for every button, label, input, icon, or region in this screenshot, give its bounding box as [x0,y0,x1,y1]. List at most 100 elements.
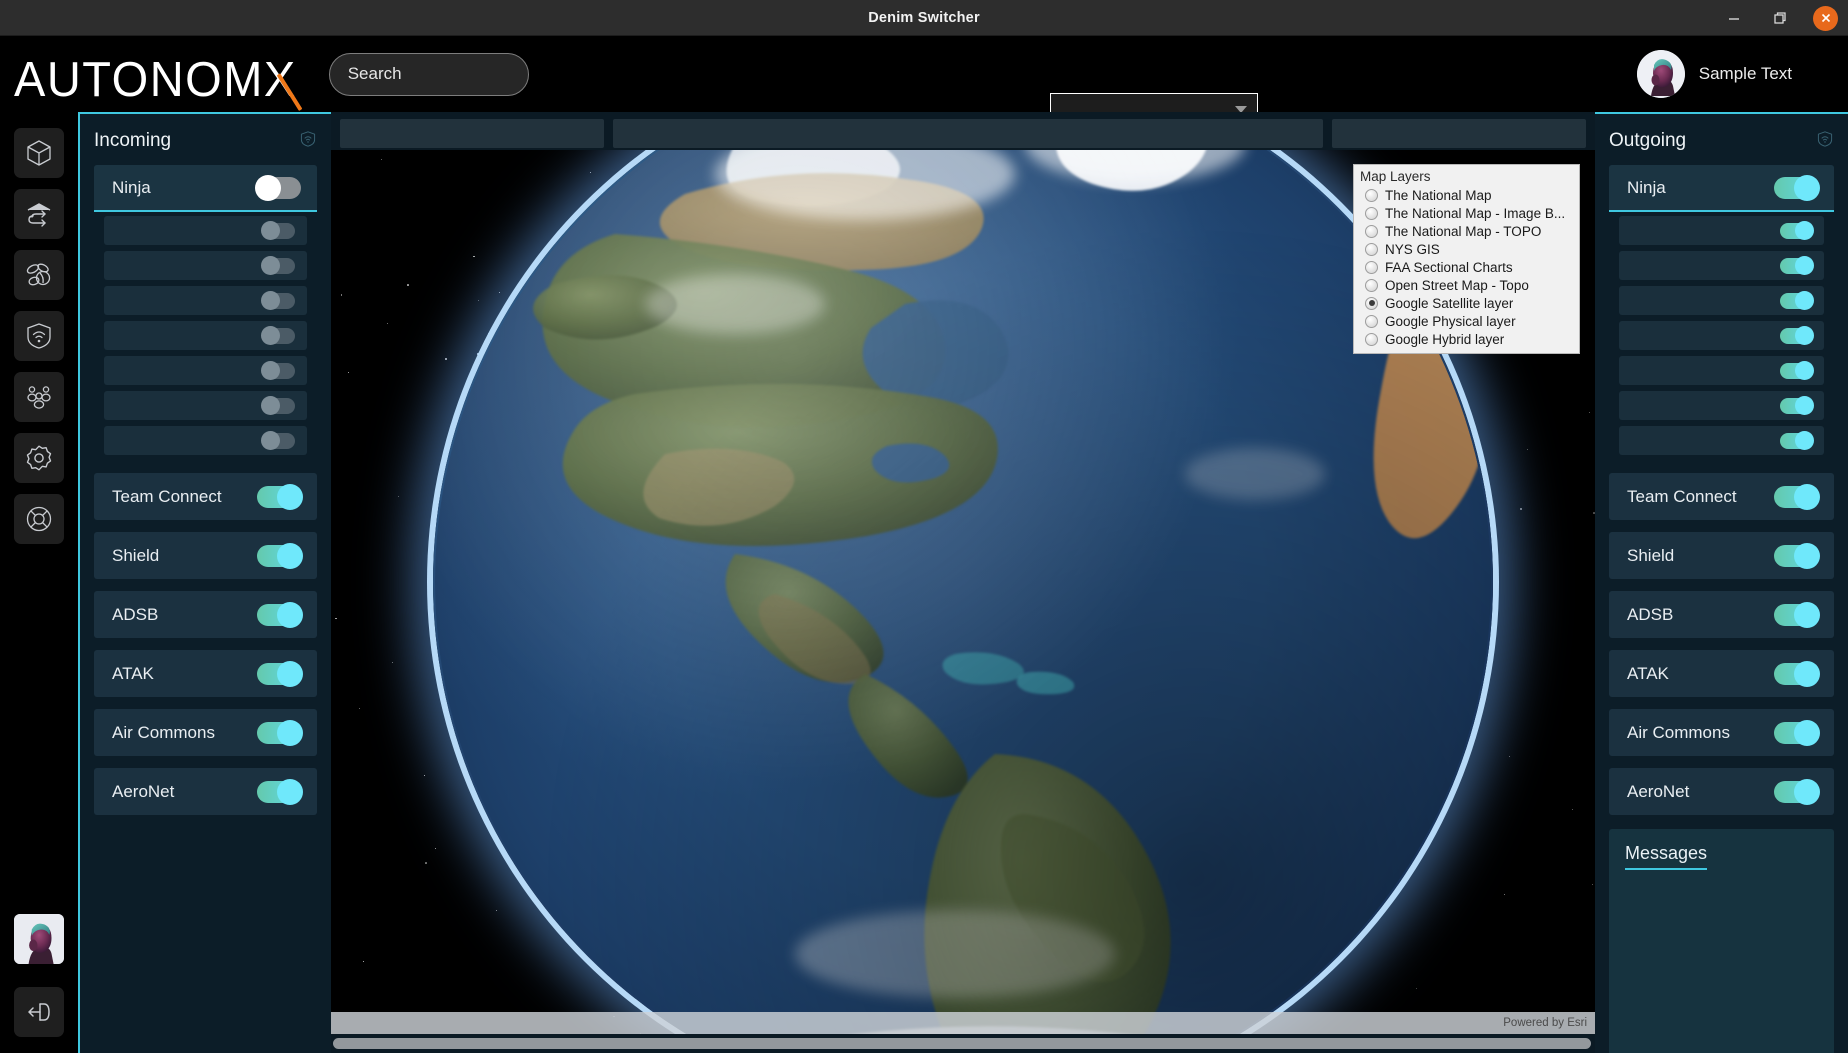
toggle[interactable] [261,290,295,310]
radio-icon[interactable] [1365,332,1378,346]
map-layers-panel[interactable]: Map Layers The National Map The National… [1353,164,1580,354]
list-item[interactable] [104,286,307,315]
sidebar-item-settings[interactable] [14,433,64,483]
list-item[interactable] [104,216,307,245]
toggle[interactable] [261,220,295,240]
toggle-atak[interactable] [1774,660,1820,687]
list-item[interactable]: Air Commons [1609,709,1834,756]
toggle-team-connect[interactable] [257,483,303,510]
toggle-aeronet[interactable] [1774,778,1820,805]
map-layer-option[interactable]: Open Street Map - Topo [1358,276,1575,294]
toggle[interactable] [1780,290,1814,310]
list-item[interactable]: ADSB [1609,591,1834,638]
radio-icon[interactable] [1365,296,1378,310]
map-layer-option[interactable]: The National Map - Image B... [1358,204,1575,222]
list-item[interactable] [1619,321,1824,350]
list-item[interactable] [104,321,307,350]
toggle-shield[interactable] [257,542,303,569]
toggle[interactable] [1780,360,1814,380]
toggle-air-commons[interactable] [257,719,303,746]
toggle[interactable] [1780,220,1814,240]
list-item[interactable]: Team Connect [1609,473,1834,520]
close-icon[interactable] [1813,5,1838,31]
list-item[interactable] [104,251,307,280]
list-item[interactable]: ATAK [1609,650,1834,697]
list-item[interactable]: ATAK [94,650,317,697]
globe[interactable] [435,150,1491,1053]
list-item[interactable]: AeroNet [94,768,317,815]
tab-messages[interactable]: Messages [1625,843,1708,870]
radio-icon[interactable] [1365,242,1378,256]
map-layer-option[interactable]: Google Hybrid layer [1358,330,1575,348]
sidebar-item-teams[interactable] [14,372,64,422]
globe-viewport[interactable]: Map Layers The National Map The National… [331,150,1595,1053]
map-tab-2[interactable] [613,119,1323,148]
toggle-adsb[interactable] [1774,601,1820,628]
list-item[interactable] [1619,216,1824,245]
toggle-ninja[interactable] [255,174,301,201]
maximize-icon[interactable] [1767,5,1793,31]
incoming-row-ninja[interactable]: Ninja [94,165,317,212]
list-item[interactable] [1619,251,1824,280]
toggle[interactable] [261,360,295,380]
map-tab-3[interactable] [1332,119,1586,148]
toggle[interactable] [261,255,295,275]
list-item[interactable] [1619,391,1824,420]
list-item[interactable]: Air Commons [94,709,317,756]
avatar[interactable] [1636,50,1685,98]
toggle[interactable] [1780,395,1814,415]
map-horizontal-scrollbar[interactable] [331,1034,1595,1053]
shield-wifi-icon[interactable] [1816,130,1834,153]
list-item[interactable] [104,391,307,420]
toggle[interactable] [1780,255,1814,275]
map-layer-option[interactable]: FAA Sectional Charts [1358,258,1575,276]
logout-button[interactable] [14,987,64,1037]
sidebar-item-support[interactable] [14,494,64,544]
shield-wifi-icon[interactable] [299,130,317,153]
toggle[interactable] [261,325,295,345]
sidebar-item-shield[interactable] [14,311,64,361]
sidebar-item-assets[interactable] [14,128,64,178]
map-tab-1[interactable] [340,119,604,148]
map-layer-option[interactable]: NYS GIS [1358,240,1575,258]
map-layer-option[interactable]: Google Physical layer [1358,312,1575,330]
toggle-aeronet[interactable] [257,778,303,805]
list-item[interactable]: ADSB [94,591,317,638]
search-input[interactable] [347,64,510,84]
map-layer-option-selected[interactable]: Google Satellite layer [1358,294,1575,312]
map-layer-option[interactable]: The National Map - TOPO [1358,222,1575,240]
sidebar-item-swarm[interactable] [14,250,64,300]
toggle-ninja[interactable] [1774,174,1820,201]
list-item[interactable]: Shield [1609,532,1834,579]
radio-icon[interactable] [1365,314,1378,328]
list-item[interactable]: Shield [94,532,317,579]
list-item[interactable] [104,356,307,385]
toggle[interactable] [261,430,295,450]
user-menu[interactable]: Sample Text [1636,36,1792,112]
toggle[interactable] [1780,430,1814,450]
scrollbar-thumb[interactable] [333,1038,1591,1049]
toggle-atak[interactable] [257,660,303,687]
toggle[interactable] [1780,325,1814,345]
outgoing-row-ninja[interactable]: Ninja [1609,165,1834,212]
list-item[interactable]: AeroNet [1609,768,1834,815]
toggle[interactable] [261,395,295,415]
list-item[interactable]: Team Connect [94,473,317,520]
list-item[interactable] [104,426,307,455]
toggle-air-commons[interactable] [1774,719,1820,746]
radio-icon[interactable] [1365,260,1378,274]
rail-avatar[interactable] [14,914,64,964]
search-box[interactable] [328,52,529,96]
radio-icon[interactable] [1365,224,1378,238]
map-layer-option[interactable]: The National Map [1358,186,1575,204]
radio-icon[interactable] [1365,188,1378,202]
toggle-shield[interactable] [1774,542,1820,569]
toggle-team-connect[interactable] [1774,483,1820,510]
radio-icon[interactable] [1365,278,1378,292]
radio-icon[interactable] [1365,206,1378,220]
list-item[interactable] [1619,356,1824,385]
minimize-icon[interactable] [1721,5,1747,31]
sidebar-item-switcher[interactable] [14,189,64,239]
list-item[interactable] [1619,426,1824,455]
list-item[interactable] [1619,286,1824,315]
